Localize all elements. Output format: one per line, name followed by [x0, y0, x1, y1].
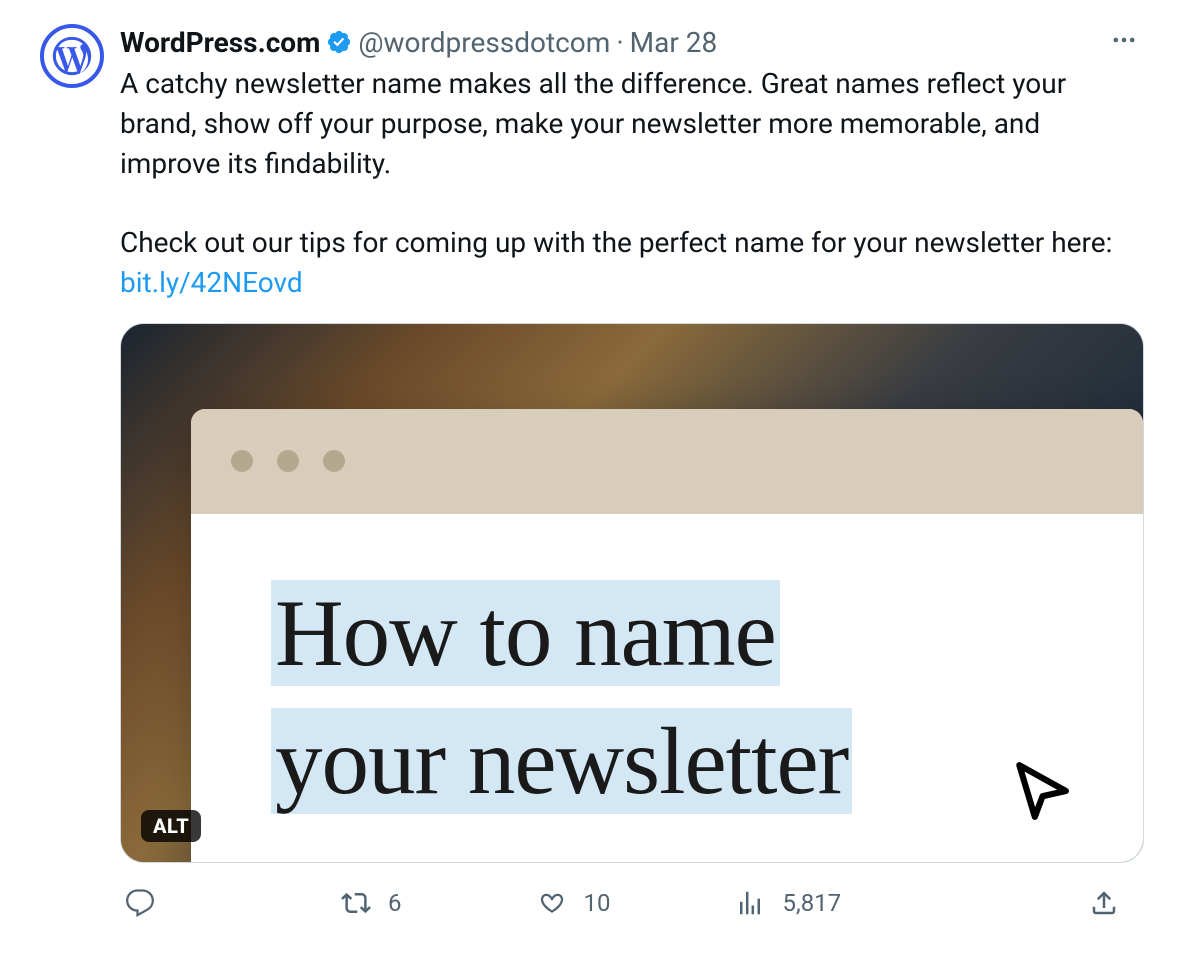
tweet-actions: 6 10 5,817: [120, 883, 1144, 923]
tweet-media[interactable]: How to name your newsletter ALT: [120, 323, 1144, 863]
retweet-count: 6: [388, 889, 402, 917]
views-button[interactable]: 5,817: [730, 883, 841, 923]
traffic-light-icon: [323, 450, 345, 472]
tweet-text-part-1: A catchy newsletter name makes all the d…: [120, 67, 1073, 180]
tweet-link[interactable]: bit.ly/42NEovd: [120, 266, 303, 299]
views-count: 5,817: [782, 889, 841, 917]
alt-badge[interactable]: ALT: [141, 810, 201, 842]
wordpress-logo-icon: [49, 33, 95, 79]
retweet-button[interactable]: 6: [336, 883, 402, 923]
more-icon: [1110, 26, 1138, 54]
share-button[interactable]: [1084, 883, 1144, 923]
media-browser-window: How to name your newsletter: [191, 409, 1143, 863]
browser-body: How to name your newsletter: [191, 514, 1143, 863]
analytics-icon: [735, 888, 765, 918]
tweet-text-part-2: Check out our tips for coming up with th…: [120, 226, 1119, 259]
more-button[interactable]: [1104, 20, 1144, 60]
share-icon: [1089, 888, 1119, 918]
cursor-arrow-icon: [1009, 760, 1071, 822]
avatar-column: [40, 24, 104, 923]
verified-badge-icon: [326, 29, 352, 55]
tweet: WordPress.com @wordpressdotcom · Mar 28 …: [40, 24, 1144, 923]
reply-icon: [125, 888, 155, 918]
like-count: 10: [584, 889, 611, 917]
user-handle[interactable]: @wordpressdotcom: [358, 26, 610, 59]
media-headline: How to name your newsletter: [271, 569, 1073, 826]
tweet-content: WordPress.com @wordpressdotcom · Mar 28 …: [120, 24, 1144, 923]
browser-chrome: [191, 409, 1143, 514]
tweet-header: WordPress.com @wordpressdotcom · Mar 28: [120, 24, 1144, 60]
retweet-icon: [341, 888, 371, 918]
tweet-date[interactable]: Mar 28: [630, 26, 718, 59]
media-headline-line-2: your newsletter: [271, 708, 852, 814]
avatar[interactable]: [40, 24, 104, 88]
reply-button[interactable]: [120, 883, 180, 923]
separator-dot: ·: [616, 26, 623, 59]
traffic-light-icon: [277, 450, 299, 472]
display-name[interactable]: WordPress.com: [120, 26, 320, 59]
media-headline-line-1: How to name: [271, 580, 780, 686]
heart-icon: [537, 888, 567, 918]
traffic-light-icon: [231, 450, 253, 472]
like-button[interactable]: 10: [532, 883, 611, 923]
tweet-body: A catchy newsletter name makes all the d…: [120, 64, 1144, 303]
